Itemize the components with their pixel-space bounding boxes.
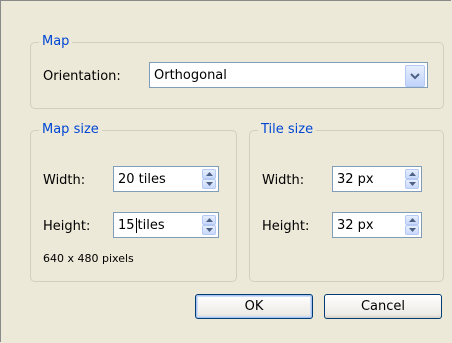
tile-width-value: 32 px bbox=[337, 171, 374, 187]
tile-size-group: Tile size Width: 32 px Height: 32 px bbox=[249, 122, 444, 282]
tile-height-spin-up[interactable] bbox=[405, 215, 419, 225]
map-pixel-size-text: 640 x 480 pixels bbox=[43, 252, 134, 265]
map-height-spinbox[interactable]: 15 tiles bbox=[113, 212, 219, 238]
spin-down-icon bbox=[205, 182, 213, 186]
spin-up-icon bbox=[408, 172, 416, 176]
tile-width-spinner[interactable] bbox=[405, 169, 419, 189]
text-caret bbox=[135, 217, 137, 233]
map-width-spin-up[interactable] bbox=[202, 169, 216, 179]
ok-button[interactable]: OK bbox=[195, 294, 313, 319]
spin-down-icon bbox=[408, 182, 416, 186]
orientation-label: Orientation: bbox=[43, 69, 121, 84]
chevron-down-icon bbox=[410, 72, 420, 79]
map-height-spinner[interactable] bbox=[202, 215, 216, 235]
tile-width-label: Width: bbox=[262, 173, 305, 188]
spin-down-icon bbox=[205, 228, 213, 232]
map-height-value-number: 15 bbox=[118, 217, 135, 233]
map-group-legend: Map bbox=[39, 34, 73, 49]
map-width-spinner[interactable] bbox=[202, 169, 216, 189]
orientation-dropdown-button[interactable] bbox=[405, 65, 425, 87]
tile-height-spinbox[interactable]: 32 px bbox=[332, 212, 422, 238]
tile-size-group-legend: Tile size bbox=[258, 122, 317, 137]
spin-down-icon bbox=[408, 228, 416, 232]
map-width-spin-down[interactable] bbox=[202, 179, 216, 189]
map-height-spin-down[interactable] bbox=[202, 225, 216, 235]
map-size-group: Map size Width: 20 tiles Height: 15 tiles… bbox=[30, 122, 237, 282]
spin-up-icon bbox=[205, 172, 213, 176]
map-width-value: 20 tiles bbox=[118, 171, 166, 187]
tile-width-spin-up[interactable] bbox=[405, 169, 419, 179]
orientation-select[interactable]: Orthogonal bbox=[149, 62, 428, 88]
map-height-spin-up[interactable] bbox=[202, 215, 216, 225]
tile-height-spin-down[interactable] bbox=[405, 225, 419, 235]
map-height-value-unit: tiles bbox=[137, 217, 165, 233]
tile-height-spinner[interactable] bbox=[405, 215, 419, 235]
map-height-label: Height: bbox=[43, 219, 91, 234]
map-width-label: Width: bbox=[43, 173, 86, 188]
orientation-value: Orthogonal bbox=[154, 67, 227, 83]
tile-height-label: Height: bbox=[262, 219, 310, 234]
map-width-spinbox[interactable]: 20 tiles bbox=[113, 166, 219, 192]
tile-height-value: 32 px bbox=[337, 217, 374, 233]
spin-up-icon bbox=[205, 218, 213, 222]
map-height-value: 15 tiles bbox=[114, 217, 165, 233]
spin-up-icon bbox=[408, 218, 416, 222]
map-size-group-legend: Map size bbox=[39, 122, 102, 137]
map-group: Map Orientation: Orthogonal bbox=[30, 34, 444, 109]
tile-width-spin-down[interactable] bbox=[405, 179, 419, 189]
cancel-button[interactable]: Cancel bbox=[324, 294, 442, 319]
tile-width-spinbox[interactable]: 32 px bbox=[332, 166, 422, 192]
